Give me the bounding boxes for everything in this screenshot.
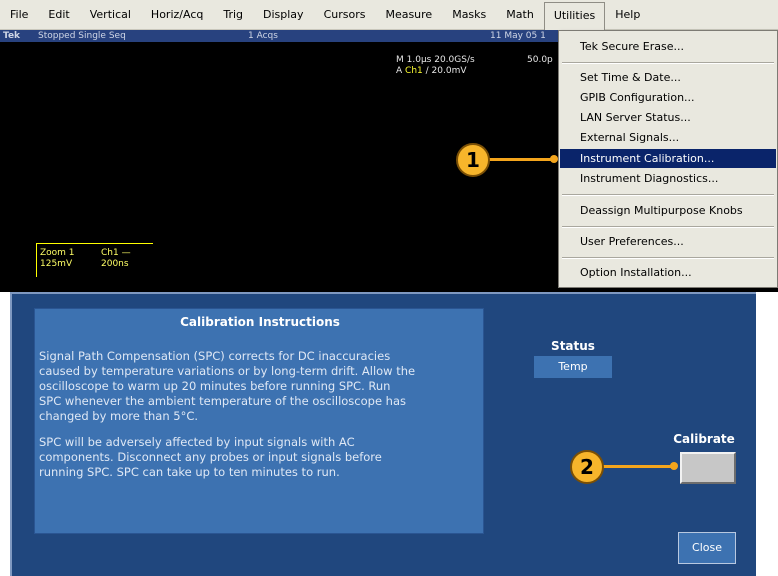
menu-separator bbox=[562, 257, 774, 259]
zoom-horizontal: 200ns bbox=[101, 259, 129, 269]
utilities-dropdown: Tek Secure Erase... Set Time & Date... G… bbox=[558, 30, 778, 288]
menu-edit[interactable]: Edit bbox=[38, 0, 79, 30]
zoom-readout: Zoom 1 Ch1 — 125mV 200ns bbox=[36, 243, 153, 277]
trigger-readout: A Ch1 ∕ 20.0mV bbox=[396, 66, 467, 77]
instructions-box: Calibration Instructions Signal Path Com… bbox=[34, 308, 484, 534]
status-strip: Tek Stopped Single Seq 1 Acqs 11 May 05 … bbox=[0, 30, 560, 42]
instructions-line: running SPC. SPC can take up to ten minu… bbox=[39, 465, 340, 479]
callout-2-marker: 2 bbox=[570, 450, 604, 484]
menu-item-set-time-date[interactable]: Set Time & Date... bbox=[560, 68, 776, 87]
timebase-readout: M 1.0µs 20.0GS/s bbox=[396, 55, 475, 65]
menu-trig[interactable]: Trig bbox=[213, 0, 253, 30]
instructions-line: oscilloscope to warm up 20 minutes befor… bbox=[39, 379, 391, 393]
trigger-prefix: A bbox=[396, 66, 403, 76]
menu-display[interactable]: Display bbox=[253, 0, 314, 30]
brand-label: Tek bbox=[3, 31, 21, 41]
instructions-paragraph-2: SPC will be adversely affected by input … bbox=[39, 435, 483, 480]
callout-1-marker: 1 bbox=[456, 143, 490, 177]
menu-file[interactable]: File bbox=[0, 0, 38, 30]
menu-bar: File Edit Vertical Horiz/Acq Trig Displa… bbox=[0, 0, 778, 30]
menu-item-option-installation[interactable]: Option Installation... bbox=[560, 263, 776, 282]
instructions-title: Calibration Instructions bbox=[180, 315, 340, 329]
menu-item-user-preferences[interactable]: User Preferences... bbox=[560, 232, 776, 251]
menu-separator bbox=[562, 226, 774, 228]
menu-item-deassign-knobs[interactable]: Deassign Multipurpose Knobs bbox=[560, 201, 776, 220]
timebase-extra: 50.0p bbox=[527, 55, 553, 65]
menu-math[interactable]: Math bbox=[496, 0, 544, 30]
close-button[interactable]: Close bbox=[678, 532, 736, 564]
menu-item-lan-server-status[interactable]: LAN Server Status... bbox=[560, 108, 776, 127]
menu-utilities[interactable]: Utilities bbox=[543, 1, 606, 30]
menu-masks[interactable]: Masks bbox=[442, 0, 496, 30]
zoom-channel: Ch1 — bbox=[101, 248, 131, 258]
menu-horiz-acq[interactable]: Horiz/Acq bbox=[141, 0, 213, 30]
menu-item-external-signals[interactable]: External Signals... bbox=[560, 128, 776, 147]
instructions-line: changed by more than 5°C. bbox=[39, 409, 199, 423]
calibration-panel-body: Calibration Instructions Signal Path Com… bbox=[10, 292, 756, 576]
trigger-channel: Ch1 bbox=[405, 66, 423, 76]
menu-item-gpib-configuration[interactable]: GPIB Configuration... bbox=[560, 88, 776, 107]
instructions-line: caused by temperature variations or by l… bbox=[39, 364, 416, 378]
zoom-vertical: 125mV bbox=[40, 259, 73, 269]
calibration-panel: Calibration Instructions Signal Path Com… bbox=[0, 292, 778, 576]
menu-item-tek-secure-erase[interactable]: Tek Secure Erase... bbox=[560, 37, 776, 56]
zoom-label: Zoom 1 bbox=[40, 248, 75, 258]
trigger-level: ∕ 20.0mV bbox=[425, 66, 467, 76]
instructions-line: SPC will be adversely affected by input … bbox=[39, 435, 355, 449]
status-value: Temp bbox=[534, 356, 612, 378]
menu-measure[interactable]: Measure bbox=[375, 0, 442, 30]
menu-cursors[interactable]: Cursors bbox=[314, 0, 376, 30]
calibrate-button[interactable] bbox=[680, 452, 736, 484]
callout-2-line bbox=[602, 465, 674, 468]
callout-1-line bbox=[488, 158, 554, 161]
menu-vertical[interactable]: Vertical bbox=[80, 0, 141, 30]
menu-separator bbox=[562, 194, 774, 196]
acq-count: 1 Acqs bbox=[248, 31, 278, 41]
menu-separator bbox=[562, 62, 774, 64]
date-readout: 11 May 05 1 bbox=[490, 31, 546, 41]
callout-2-dot bbox=[670, 462, 678, 470]
menu-help[interactable]: Help bbox=[605, 0, 650, 30]
calibrate-label: Calibrate bbox=[673, 432, 735, 446]
status-label: Status bbox=[551, 339, 595, 353]
menu-item-instrument-calibration[interactable]: Instrument Calibration... bbox=[560, 149, 776, 168]
instructions-line: SPC whenever the ambient temperature of … bbox=[39, 394, 407, 408]
menu-item-instrument-diagnostics[interactable]: Instrument Diagnostics... bbox=[560, 169, 776, 188]
instructions-line: components. Disconnect any probes or inp… bbox=[39, 450, 382, 464]
run-state: Stopped Single Seq bbox=[38, 31, 126, 41]
instructions-paragraph-1: Signal Path Compensation (SPC) corrects … bbox=[39, 349, 483, 424]
instructions-line: Signal Path Compensation (SPC) corrects … bbox=[39, 349, 391, 363]
callout-1-dot bbox=[550, 155, 558, 163]
